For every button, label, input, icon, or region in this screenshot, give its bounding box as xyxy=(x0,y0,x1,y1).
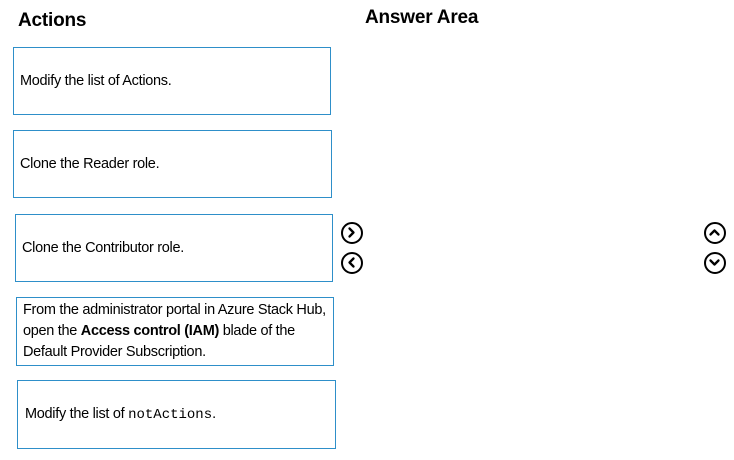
chevron-left-icon xyxy=(348,257,355,268)
action-item-open-iam-blade[interactable]: From the administrator portal in Azure S… xyxy=(16,297,334,366)
action-item-clone-reader[interactable]: Clone the Reader role. xyxy=(13,130,332,198)
action-item-bold-text: Access control (IAM) xyxy=(80,323,220,339)
move-down-button[interactable] xyxy=(704,252,726,274)
chevron-right-icon xyxy=(348,227,355,238)
action-item-label: Clone the Contributor role. xyxy=(22,239,184,256)
action-item-clone-contributor[interactable]: Clone the Contributor role. xyxy=(15,214,333,282)
action-item-text: Modify the list of xyxy=(25,405,129,422)
move-left-button[interactable] xyxy=(341,252,363,274)
action-item-code-text: notActions xyxy=(128,406,213,423)
answer-area-heading: Answer Area xyxy=(365,7,479,28)
move-up-button[interactable] xyxy=(704,222,726,244)
action-item-label: Clone the Reader role. xyxy=(20,155,160,172)
action-item-label: Modify the list of notActions. xyxy=(25,404,216,426)
chevron-down-icon xyxy=(709,259,720,266)
action-item-label: From the administrator portal in Azure S… xyxy=(23,300,327,363)
action-item-modify-actions[interactable]: Modify the list of Actions. xyxy=(13,47,331,115)
action-item-modify-notactions[interactable]: Modify the list of notActions. xyxy=(17,380,336,449)
actions-heading: Actions xyxy=(18,10,87,31)
action-item-text: . xyxy=(212,405,216,422)
action-item-label: Modify the list of Actions. xyxy=(20,72,172,89)
move-right-button[interactable] xyxy=(341,222,363,244)
chevron-up-icon xyxy=(709,229,720,236)
